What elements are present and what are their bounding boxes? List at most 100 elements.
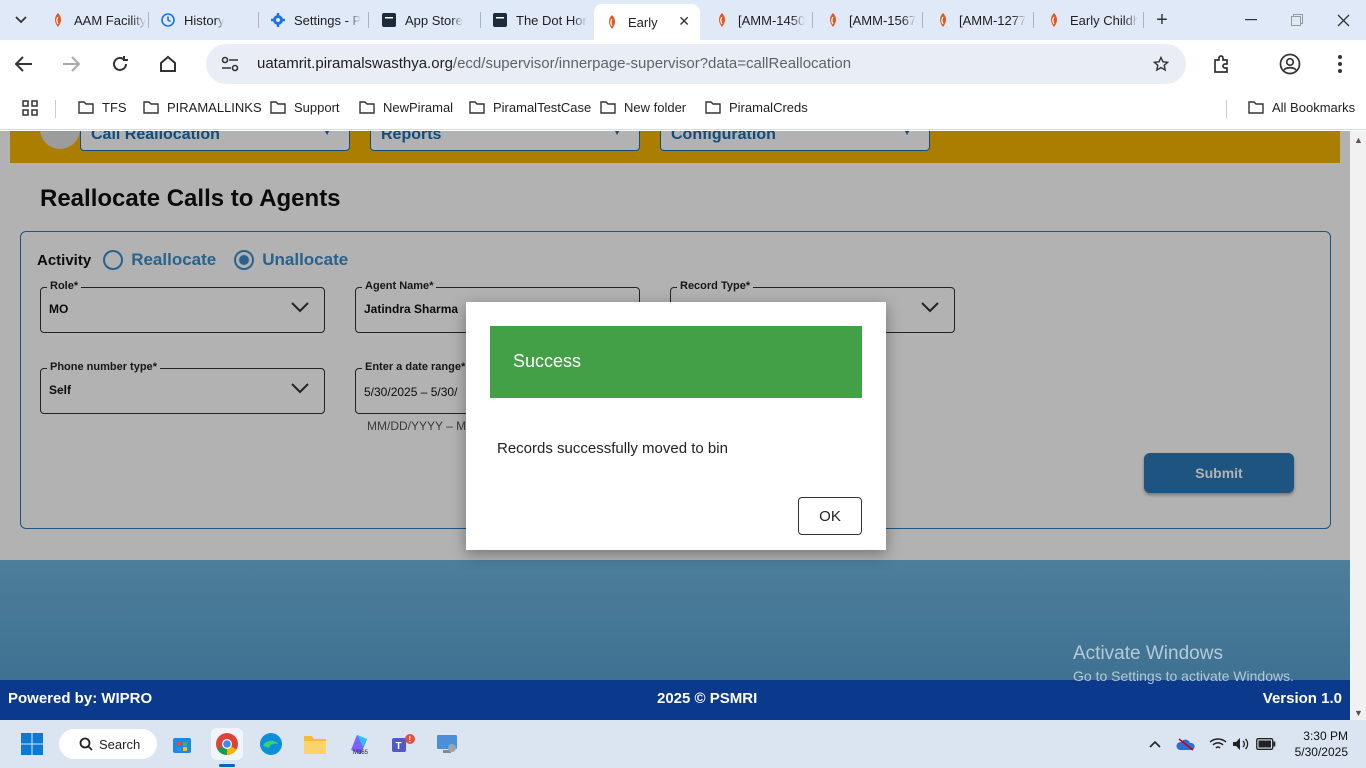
file-explorer-icon[interactable] bbox=[299, 728, 331, 760]
bookmark-folder-newpiramal[interactable]: NewPiramal bbox=[359, 100, 453, 115]
success-dialog: Success Records successfully moved to bi… bbox=[466, 302, 886, 550]
folder-icon bbox=[143, 101, 159, 114]
bookmark-star-icon[interactable] bbox=[1150, 53, 1172, 75]
folder-icon bbox=[469, 101, 485, 114]
onedrive-icon[interactable] bbox=[1176, 734, 1196, 754]
more-vertical-icon bbox=[1338, 55, 1342, 73]
minimize-icon bbox=[1245, 19, 1257, 21]
bookmark-folder-support[interactable]: Support bbox=[270, 100, 340, 115]
browser-tab[interactable]: The Dot Hor bbox=[492, 5, 588, 35]
piramal-favicon bbox=[50, 12, 66, 28]
tab-label: [AMM-1567 bbox=[849, 12, 917, 28]
ok-button[interactable]: OK bbox=[798, 497, 862, 535]
battery-icon[interactable] bbox=[1256, 734, 1276, 754]
folder-icon bbox=[359, 101, 375, 114]
active-app-indicator bbox=[219, 764, 235, 767]
bookmark-label: TFS bbox=[102, 100, 127, 115]
folder-icon bbox=[1248, 101, 1264, 114]
dot-icon bbox=[492, 12, 508, 28]
system-clock[interactable]: 3:30 PM 5/30/2025 bbox=[1295, 728, 1348, 760]
browser-tab[interactable]: AAM Facility bbox=[50, 5, 146, 35]
restore-button[interactable] bbox=[1274, 0, 1320, 40]
bookmark-folder-piramaltestcase[interactable]: PiramalTestCase bbox=[469, 100, 591, 115]
windows-taskbar: Search M365 T! 3:30 PM 5/30/2025 bbox=[0, 720, 1366, 768]
forward-button[interactable] bbox=[57, 50, 85, 78]
tray-overflow-icon[interactable] bbox=[1145, 734, 1165, 754]
browser-tab-strip: AAM Facility History Settings - P App St… bbox=[0, 0, 1366, 40]
watermark-subtitle: Go to Settings to activate Windows. bbox=[1073, 668, 1294, 684]
profile-button[interactable] bbox=[1276, 50, 1304, 78]
windows-start-icon[interactable] bbox=[16, 728, 48, 760]
edge-taskbar-icon[interactable] bbox=[255, 728, 287, 760]
extensions-button[interactable] bbox=[1208, 50, 1236, 78]
tab-label: [AMM-1450 bbox=[738, 12, 806, 28]
scroll-down-icon[interactable]: ▼ bbox=[1354, 708, 1363, 718]
reload-button[interactable] bbox=[106, 50, 134, 78]
footer-version: Version 1.0 bbox=[1262, 690, 1342, 707]
tab-label: The Dot Hor bbox=[516, 12, 587, 28]
bookmark-folder-piramalcreds[interactable]: PiramalCreds bbox=[705, 100, 808, 115]
page-scrollbar[interactable]: ▲ ▼ bbox=[1350, 131, 1366, 720]
piramal-favicon bbox=[825, 12, 841, 28]
apps-grid-icon[interactable] bbox=[22, 100, 38, 116]
browser-tab-active[interactable]: Early ✕ bbox=[594, 4, 700, 40]
url-path: /ecd/supervisor/innerpage-supervisor?dat… bbox=[452, 55, 852, 72]
tab-label: Early bbox=[628, 14, 658, 30]
browser-tab[interactable]: Settings - P bbox=[270, 5, 366, 35]
browser-tab[interactable]: App Store bbox=[381, 5, 477, 35]
profile-avatar-icon bbox=[1279, 53, 1301, 75]
bookmark-label: NewPiramal bbox=[383, 100, 454, 115]
bookmark-folder-tfs[interactable]: TFS bbox=[78, 100, 127, 115]
site-info-icon[interactable] bbox=[218, 52, 242, 76]
volume-icon[interactable] bbox=[1231, 734, 1251, 754]
browser-toolbar: uatamrit.piramalswasthya.org/ecd/supervi… bbox=[0, 40, 1366, 88]
puzzle-icon bbox=[1214, 55, 1228, 73]
reload-icon bbox=[113, 56, 128, 71]
browser-menu-button[interactable] bbox=[1326, 50, 1354, 78]
browser-tab[interactable]: [AMM-1567 bbox=[825, 5, 917, 35]
piramal-favicon bbox=[714, 12, 730, 28]
microsoft-365-icon[interactable]: M365 bbox=[343, 728, 375, 760]
new-tab-button[interactable]: + bbox=[1150, 8, 1174, 32]
browser-tab[interactable]: Early Childh bbox=[1046, 5, 1138, 35]
minimize-button[interactable] bbox=[1228, 0, 1274, 40]
microsoft-store-icon[interactable] bbox=[166, 728, 198, 760]
teams-icon[interactable]: T! bbox=[387, 728, 419, 760]
clock-date: 5/30/2025 bbox=[1294, 745, 1348, 759]
piramal-favicon bbox=[604, 14, 620, 30]
close-tab-icon[interactable]: ✕ bbox=[678, 13, 690, 30]
tab-label: Settings - P bbox=[294, 12, 362, 28]
chrome-taskbar-icon[interactable] bbox=[211, 728, 243, 760]
back-button[interactable] bbox=[10, 50, 38, 78]
browser-tab[interactable]: History bbox=[160, 5, 256, 35]
bookmark-folder-new-folder[interactable]: New folder bbox=[600, 100, 686, 115]
svg-text:!: ! bbox=[409, 735, 412, 744]
taskbar-search[interactable]: Search bbox=[59, 729, 157, 759]
browser-tab[interactable]: [AMM-1450 bbox=[714, 5, 806, 35]
address-bar[interactable]: uatamrit.piramalswasthya.org/ecd/supervi… bbox=[206, 44, 1186, 84]
restore-icon bbox=[1291, 14, 1303, 26]
dialog-title: Success bbox=[490, 326, 862, 398]
browser-tab[interactable]: [AMM-1277 bbox=[935, 5, 1027, 35]
settings-gear-icon bbox=[270, 12, 286, 28]
tab-label: App Store bbox=[405, 12, 463, 28]
wifi-icon[interactable] bbox=[1208, 734, 1228, 754]
folder-icon bbox=[78, 101, 94, 114]
tab-label: Early Childh bbox=[1070, 12, 1138, 28]
bookmark-label: New folder bbox=[624, 100, 687, 115]
tab-label: History bbox=[184, 12, 225, 28]
close-icon bbox=[1337, 14, 1349, 26]
home-button[interactable] bbox=[154, 50, 182, 78]
remote-desktop-icon[interactable] bbox=[431, 728, 463, 760]
url-host: uatamrit.piramalswasthya.org bbox=[257, 55, 453, 72]
close-window-button[interactable] bbox=[1320, 0, 1366, 40]
all-bookmarks-button[interactable]: All Bookmarks bbox=[1248, 100, 1355, 115]
history-icon bbox=[160, 12, 176, 28]
url-text[interactable]: uatamrit.piramalswasthya.org/ecd/supervi… bbox=[257, 55, 851, 72]
clock-time: 3:30 PM bbox=[1303, 729, 1348, 743]
bookmark-folder-piramallinks[interactable]: PIRAMALLINKS bbox=[143, 100, 262, 115]
tab-search-button[interactable] bbox=[8, 7, 34, 33]
scroll-up-icon[interactable]: ▲ bbox=[1354, 135, 1363, 145]
bookmarks-bar: TFS PIRAMALLINKS Support NewPiramal Pira… bbox=[0, 88, 1366, 130]
footer-powered-by: Powered by: WIPRO bbox=[8, 690, 153, 707]
